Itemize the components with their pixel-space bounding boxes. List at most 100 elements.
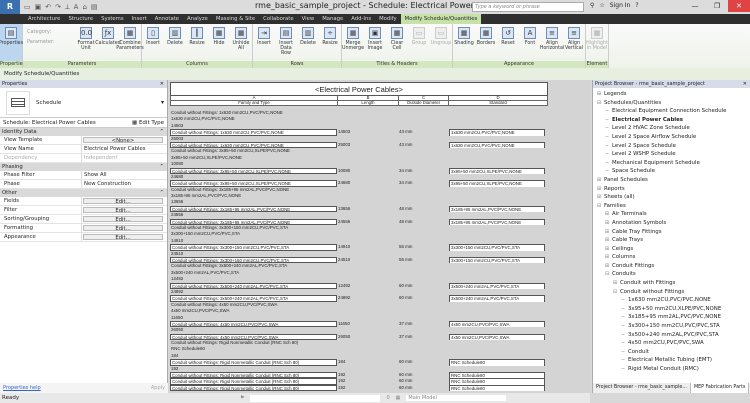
- table-cell[interactable]: RNC Schedule80: [448, 359, 548, 366]
- close-button[interactable]: ✕: [728, 0, 750, 12]
- tree-item[interactable]: ⊞ Annotation Symbols: [593, 219, 750, 228]
- property-edit-button[interactable]: Edit...: [83, 198, 163, 205]
- open-icon[interactable]: ▭: [24, 3, 31, 12]
- table-cell[interactable]: 43 mm: [398, 129, 448, 135]
- expand-icon[interactable]: ⊞: [604, 262, 610, 271]
- tree-item[interactable]: ⊞ Conduit Fittings: [593, 262, 750, 271]
- table-cell[interactable]: 43 mm: [398, 142, 448, 148]
- table-cell[interactable]: Conduit without Fittings: 4x50 mm2CU,PVC…: [170, 320, 337, 328]
- table-cell[interactable]: 192: [337, 385, 398, 391]
- table-cell[interactable]: 11650: [337, 321, 398, 327]
- property-value[interactable]: New Construction: [82, 180, 167, 188]
- collapse-icon[interactable]: ⊟: [604, 270, 610, 279]
- instance-selector[interactable]: Schedule: Electrical Power Cables: [3, 120, 96, 126]
- table-row[interactable]: Conduit without Fittings: 3x300+150 mm2C…: [170, 244, 548, 251]
- table-cell[interactable]: 3x500+240 mm2AL,PVC/PVC,STA: [448, 295, 548, 302]
- tab-modify[interactable]: Modify: [375, 14, 401, 24]
- property-edit-button[interactable]: Edit...: [83, 234, 163, 241]
- property-value[interactable]: Independent: [82, 154, 167, 162]
- tree-item[interactable]: ─ 3x300+150 mm2CU,PVC/PVC,STA: [593, 322, 750, 331]
- table-cell[interactable]: 60 mm: [398, 359, 448, 365]
- tab-collaborate[interactable]: Collaborate: [259, 14, 298, 24]
- table-cell[interactable]: Conduit without Fittings: 3x500+240 mm2A…: [170, 282, 337, 289]
- tree-item[interactable]: ─ 3x95+50 mm2CU,XLPE/PVC,NONE: [593, 305, 750, 314]
- table-cell[interactable]: 1x630 mm2CU,PVC/PVC,NONE: [448, 129, 548, 136]
- table-cell[interactable]: Conduit without Fittings: 3x300+150 mm2C…: [170, 244, 337, 251]
- table-cell[interactable]: 55 mm: [398, 244, 448, 250]
- table-row[interactable]: Conduit without Fittings: 3x500+240 mm2A…: [170, 282, 548, 289]
- table-cell[interactable]: 60 mm: [398, 295, 448, 301]
- undo-icon[interactable]: ↶: [45, 3, 51, 12]
- expand-icon[interactable]: ⊞: [612, 279, 618, 288]
- tree-item[interactable]: ⊞ Panel Schedules: [593, 176, 750, 185]
- combo-1[interactable]: Parameter:: [27, 37, 71, 47]
- table-row[interactable]: Conduit without Fittings: 3x500+240 mm2A…: [170, 295, 548, 302]
- table-cell[interactable]: 3x500+240 mm2AL,PVC/PVC,STA: [448, 282, 548, 289]
- type-selector[interactable]: Schedule ▾: [0, 88, 167, 118]
- table-cell[interactable]: 55 mm: [398, 257, 448, 263]
- design-options-icon[interactable]: ▦: [396, 395, 401, 401]
- expand-icon[interactable]: ⊞: [604, 236, 610, 245]
- table-cell[interactable]: 3x95+50 mm2CU,XLPE/PVC,NONE: [448, 180, 548, 187]
- property-edit-button[interactable]: <None>: [83, 137, 163, 144]
- property-group[interactable]: Phasing ⌃: [0, 163, 167, 171]
- table-cell[interactable]: 25003: [337, 142, 398, 148]
- table-cell[interactable]: 14503: [337, 129, 398, 135]
- table-cell[interactable]: 48 mm: [398, 219, 448, 225]
- table-cell[interactable]: 60 mm: [398, 385, 448, 391]
- tab-annotate[interactable]: Annotate: [151, 14, 183, 24]
- apply-button[interactable]: Apply: [151, 383, 165, 393]
- table-cell[interactable]: 4x50 mm2CU,PVC/PVC,SWA: [448, 333, 548, 341]
- chevron-down-icon[interactable]: ▾: [161, 99, 167, 106]
- table-cell[interactable]: 60 mm: [398, 283, 448, 289]
- tree-item[interactable]: ─ Level 2 Space Airflow Schedule: [593, 133, 750, 142]
- star-icon[interactable]: ☆: [599, 2, 604, 9]
- tab-insert[interactable]: Insert: [128, 14, 151, 24]
- table-cell[interactable]: 3x95+50 mm2CU,XLPE/PVC,NONE: [448, 167, 548, 174]
- tree-item[interactable]: ⊞ Ceilings: [593, 245, 750, 254]
- table-cell[interactable]: Conduit without Fittings: 3x500+240 mm2A…: [170, 295, 337, 302]
- tree-item[interactable]: ─ Space Schedule: [593, 167, 750, 176]
- column-header[interactable]: Outside Diameter: [399, 100, 449, 105]
- maximize-button[interactable]: ❐: [706, 0, 728, 12]
- expand-icon[interactable]: ⊞: [604, 219, 610, 228]
- tab-manage[interactable]: Manage: [318, 14, 347, 24]
- table-cell[interactable]: 34 mm: [398, 180, 448, 186]
- tree-item[interactable]: ⊞ Sheets (all): [593, 193, 750, 202]
- table-row[interactable]: Conduit without Fittings: Rigid Nonmetal…: [170, 359, 548, 366]
- property-edit-button[interactable]: Edit...: [83, 207, 163, 214]
- workset-dropdown[interactable]: [250, 394, 381, 402]
- table-cell[interactable]: 12492: [337, 283, 398, 289]
- collapse-icon[interactable]: ⌃: [160, 128, 164, 136]
- tab-architecture[interactable]: Architecture: [24, 14, 64, 24]
- tree-item[interactable]: ─ Electrical Equipment Connection Schedul…: [593, 107, 750, 116]
- table-cell[interactable]: 3x185+95 mm2AL,PVC/PVC,NONE: [448, 205, 548, 213]
- collapse-icon[interactable]: ⊟: [612, 288, 618, 297]
- tree-item[interactable]: ⊞ Cable Tray Fittings: [593, 228, 750, 237]
- tree-item[interactable]: ⊞ Columns: [593, 253, 750, 262]
- save-icon[interactable]: ▣: [35, 3, 42, 12]
- expand-icon[interactable]: ⊞: [604, 253, 610, 262]
- property-edit-button[interactable]: Edit...: [83, 225, 163, 232]
- tree-item[interactable]: ⊞ Air Terminals: [593, 210, 750, 219]
- column-header[interactable]: Standard: [449, 100, 547, 105]
- sign-in-button[interactable]: Sign In: [610, 2, 631, 9]
- help-icon[interactable]: ?: [635, 2, 638, 9]
- table-cell[interactable]: 3x300+150 mm2CU,PVC/PVC,STA: [448, 244, 548, 251]
- expand-icon[interactable]: ⊞: [604, 210, 610, 219]
- expand-icon[interactable]: ⊞: [596, 176, 602, 185]
- tab-mep-fabrication-parts[interactable]: MEP Fabrication Parts: [690, 383, 750, 393]
- revit-logo[interactable]: R: [0, 0, 20, 14]
- expand-icon[interactable]: ⊞: [596, 193, 602, 202]
- tab-project-browser[interactable]: Project Browser - rme_basic_sample...: [593, 383, 691, 393]
- switch-windows-icon[interactable]: ▤: [91, 3, 98, 12]
- table-cell[interactable]: 37 mm: [398, 334, 448, 340]
- table-cell[interactable]: 4x50 mm2CU,PVC/PVC,SWA: [448, 320, 548, 328]
- tree-item[interactable]: ─ Mechanical Equipment Schedule: [593, 159, 750, 168]
- table-row[interactable]: Conduit without Fittings: 1x630 mm2CU,PV…: [170, 129, 548, 136]
- table-cell[interactable]: 24892: [337, 295, 398, 301]
- tree-item[interactable]: ⊟ Schedules/Quantities: [593, 99, 750, 108]
- collapse-icon[interactable]: ⊟: [596, 99, 602, 108]
- tab-analyze[interactable]: Analyze: [183, 14, 212, 24]
- table-row[interactable]: Conduit without Fittings: 3x95+50 mm2CU,…: [170, 180, 548, 187]
